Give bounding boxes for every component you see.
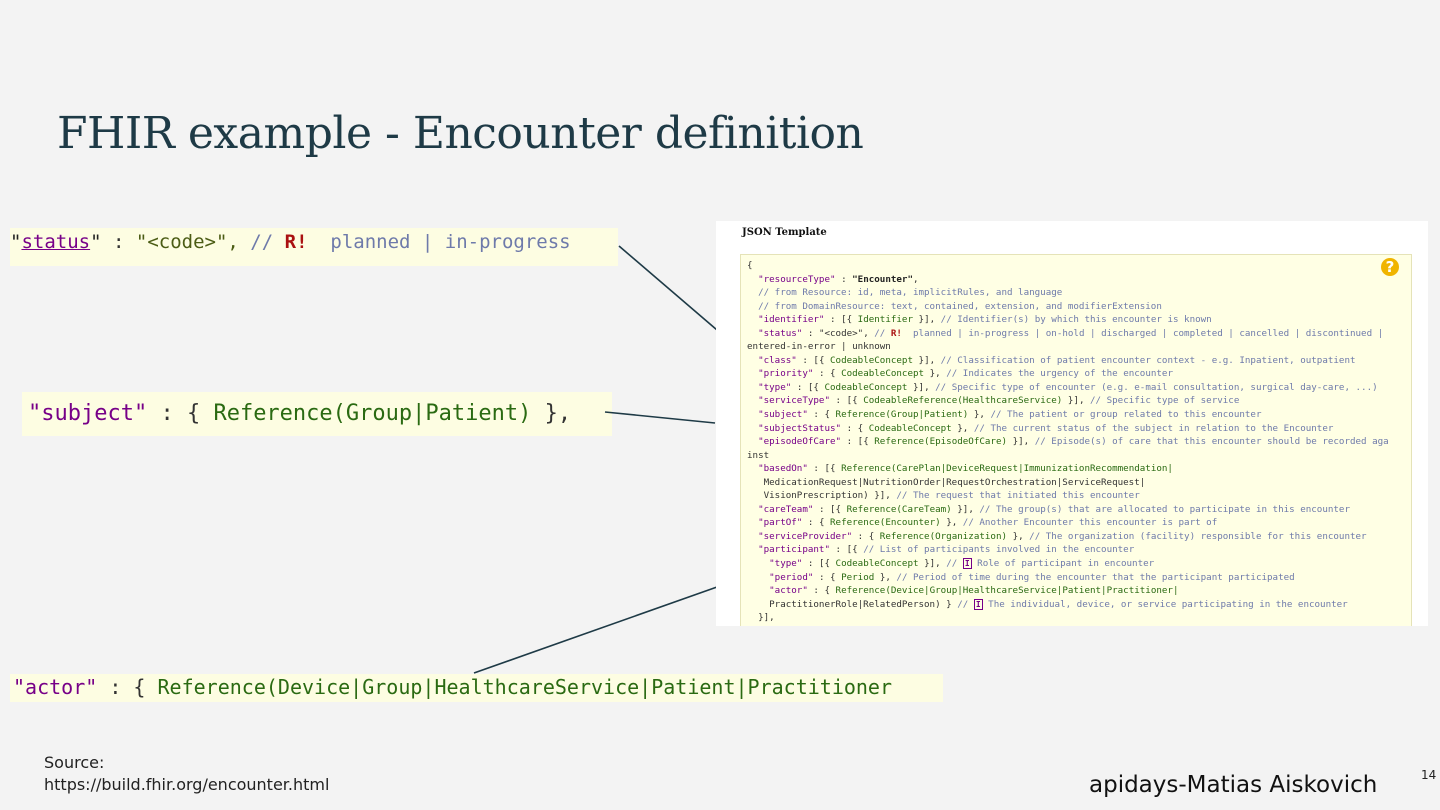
code-line: "episodeOfCare" : [{ Reference(EpisodeOf… xyxy=(758,436,1389,448)
code-line: "type" : [{ CodeableConcept }], // I Rol… xyxy=(769,558,1155,570)
code-line: }], xyxy=(747,612,775,624)
code-line: "type" : [{ CodeableConcept }], // Speci… xyxy=(758,381,1378,393)
code-line: "subjectStatus" : { CodeableConcept }, /… xyxy=(758,422,1334,434)
code-line: "participant" : [{ // List of participan… xyxy=(758,544,1135,556)
status-required-flag: R! xyxy=(284,231,308,253)
code-line: entered-in-error | unknown xyxy=(747,341,891,353)
code-line: "serviceType" : [{ CodeableReference(Hea… xyxy=(758,395,1240,407)
actor-key: "actor" xyxy=(13,675,98,699)
status-key-link[interactable]: status xyxy=(21,231,90,253)
author-credit: apidays-Matias Aiskovich xyxy=(1089,772,1378,798)
subject-sep: : { xyxy=(147,401,214,426)
code-line: { xyxy=(747,260,753,271)
subject-reference[interactable]: Reference(Group|Patient) xyxy=(213,401,531,426)
source-url[interactable]: https://build.fhir.org/encounter.html xyxy=(44,774,329,796)
code-line: "class" : [{ CodeableConcept }], // Clas… xyxy=(758,354,1356,366)
actor-reference[interactable]: Reference(Device|Group|HealthcareService… xyxy=(158,675,893,699)
code-line: "partOf" : { Reference(Encounter) }, // … xyxy=(758,517,1218,529)
slide-title: FHIR example - Encounter definition xyxy=(57,108,864,159)
code-line: "priority" : { CodeableConcept }, // Ind… xyxy=(758,368,1173,380)
subject-snippet: "subject" : { Reference(Group|Patient) }… xyxy=(22,392,612,436)
code-line: MedicationRequest|NutritionOrder|Request… xyxy=(747,476,1146,488)
status-value: "<code>", xyxy=(135,231,239,253)
status-comment-slashes: // xyxy=(250,231,274,253)
code-line: // from Resource: id, meta, implicitRule… xyxy=(758,287,1063,299)
code-line: "identifier" : [{ Identifier }], // Iden… xyxy=(758,314,1212,326)
code-line: "status" : "<code>", // R! planned | in-… xyxy=(758,327,1384,339)
source-label: Source: xyxy=(44,753,105,772)
code-line: PractitionerRole|RelatedPerson) } // I T… xyxy=(747,598,1348,610)
code-lines: { "resourceType" : "Encounter", // from … xyxy=(747,259,1411,625)
status-snippet: "status" : "<code>", // R! planned | in-… xyxy=(10,228,618,266)
code-line: "resourceType" : "Encounter", xyxy=(758,273,919,285)
actor-sep: : { xyxy=(97,675,158,699)
json-template-code: ? { "resourceType" : "Encounter", // fro… xyxy=(740,254,1412,626)
subject-connector xyxy=(604,411,716,424)
actor-connector xyxy=(473,586,718,674)
json-template-heading: JSON Template xyxy=(742,227,827,238)
status-connector xyxy=(618,245,718,331)
page-number: 14 xyxy=(1421,768,1437,782)
code-line: // from DomainResource: text, contained,… xyxy=(758,300,1162,312)
subject-close: }, xyxy=(531,401,572,426)
code-line: inst xyxy=(747,449,770,461)
code-line: VisionPrescription) }], // The request t… xyxy=(747,490,1140,502)
subject-key: "subject" xyxy=(28,401,148,426)
json-template-panel: JSON Template ? { "resourceType" : "Enco… xyxy=(716,221,1428,626)
code-line: "basedOn" : [{ Reference(CarePlan|Device… xyxy=(758,463,1173,475)
code-line: "subject" : { Reference(Group|Patient) }… xyxy=(758,409,1262,421)
code-line: "careTeam" : [{ Reference(CareTeam) }], … xyxy=(758,503,1350,515)
actor-snippet: "actor" : { Reference(Device|Group|Healt… xyxy=(10,674,943,702)
code-line: "actor" : { Reference(Device|Group|Healt… xyxy=(769,585,1179,597)
help-question-icon[interactable]: ? xyxy=(1381,258,1399,276)
code-line: "period" : { Period }, // Period of time… xyxy=(769,571,1295,583)
status-values: planned | in-progress xyxy=(330,231,571,253)
code-line: "serviceProvider" : { Reference(Organiza… xyxy=(758,530,1367,542)
source-citation: Source: https://build.fhir.org/encounter… xyxy=(44,752,329,796)
